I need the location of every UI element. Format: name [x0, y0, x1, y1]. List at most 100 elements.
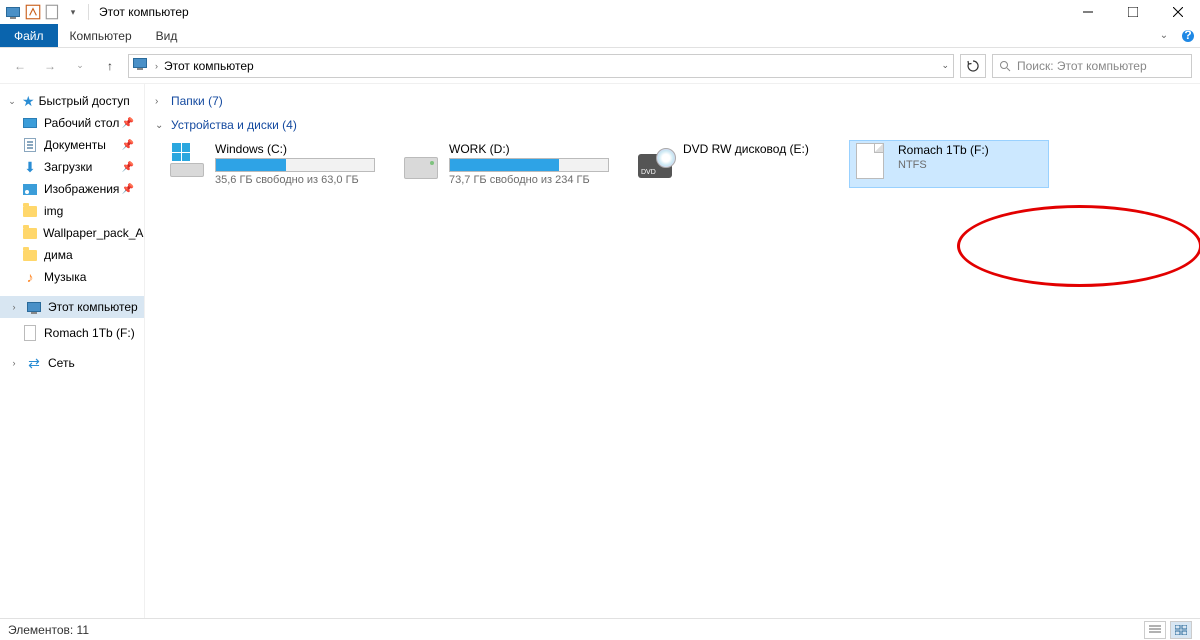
address-bar-row: ← → ⌄ ↑ › Этот компьютер ⌄ Поиск: Этот к… — [0, 48, 1200, 84]
section-label: Устройства и диски (4) — [171, 118, 297, 132]
qat-customize-icon[interactable]: ▾ — [64, 3, 82, 21]
nav-back-button[interactable]: ← — [8, 54, 32, 78]
view-switcher — [1144, 621, 1192, 639]
status-item-count: Элементов: 11 — [8, 623, 89, 637]
os-drive-icon — [169, 142, 205, 178]
blank-file-icon — [22, 325, 38, 341]
music-icon: ♪ — [22, 269, 38, 285]
nav-item-label: img — [44, 204, 63, 218]
star-icon: ★ — [22, 93, 35, 110]
view-tiles-button[interactable] — [1170, 621, 1192, 639]
capacity-bar — [449, 158, 609, 172]
drive-name: Windows (C:) — [215, 142, 375, 156]
nav-item-label: Romach 1Tb (F:) — [44, 326, 135, 340]
drive-work-d[interactable]: WORK (D:) 73,7 ГБ свободно из 234 ГБ — [401, 140, 611, 188]
pin-icon: 📌 — [122, 118, 134, 129]
hdd-icon — [403, 142, 439, 178]
drive-windows-c[interactable]: Windows (C:) 35,6 ГБ свободно из 63,0 ГБ — [167, 140, 377, 188]
window-title: Этот компьютер — [93, 5, 189, 19]
chevron-down-icon: ⌄ — [155, 120, 165, 131]
drive-filesystem: NTFS — [898, 159, 1046, 171]
nav-item-romach[interactable]: Romach 1Tb (F:) — [0, 322, 144, 344]
download-icon: ⬇ — [22, 159, 38, 175]
folder-icon — [22, 247, 38, 263]
tab-view[interactable]: Вид — [144, 24, 190, 47]
nav-up-button[interactable]: ↑ — [98, 54, 122, 78]
documents-icon — [22, 137, 38, 153]
section-devices[interactable]: ⌄ Устройства и диски (4) — [155, 116, 1190, 134]
nav-item-label: Изображения — [44, 182, 119, 196]
breadcrumb-current[interactable]: Этот компьютер — [164, 59, 254, 73]
drive-romach-f[interactable]: Romach 1Tb (F:) NTFS — [849, 140, 1049, 188]
nav-item-this-pc[interactable]: › Этот компьютер — [0, 296, 144, 318]
view-details-button[interactable] — [1144, 621, 1166, 639]
image-icon — [22, 181, 38, 197]
search-input[interactable]: Поиск: Этот компьютер — [992, 54, 1192, 78]
tab-computer[interactable]: Компьютер — [58, 24, 144, 47]
nav-recent-dropdown[interactable]: ⌄ — [68, 54, 92, 78]
titlebar: ▾ Этот компьютер — [0, 0, 1200, 24]
nav-item-wallpaper[interactable]: Wallpaper_pack_An — [0, 222, 144, 244]
annotation-circle — [957, 205, 1200, 287]
nav-item-label: дима — [44, 248, 73, 262]
qat-dropdown-icon[interactable] — [44, 3, 62, 21]
drive-dvd-e[interactable]: DVD DVD RW дисковод (E:) — [635, 140, 825, 188]
drive-name: DVD RW дисковод (E:) — [683, 142, 823, 156]
nav-item-network[interactable]: › ⇄ Сеть — [0, 352, 144, 374]
nav-item-img[interactable]: img — [0, 200, 144, 222]
pin-icon: 📌 — [122, 162, 134, 173]
nav-item-music[interactable]: ♪ Музыка — [0, 266, 144, 288]
dvd-icon: DVD — [637, 142, 673, 178]
drive-free-text: 35,6 ГБ свободно из 63,0 ГБ — [215, 174, 375, 186]
nav-item-label: Wallpaper_pack_An — [43, 226, 144, 240]
nav-item-desktop[interactable]: Рабочий стол📌 — [0, 112, 144, 134]
breadcrumb-sep-icon[interactable]: › — [155, 61, 158, 71]
chevron-right-icon: › — [8, 302, 20, 312]
chevron-right-icon: › — [8, 358, 20, 368]
section-folders[interactable]: › Папки (7) — [155, 92, 1190, 110]
nav-item-downloads[interactable]: ⬇ Загрузки 📌 — [0, 156, 144, 178]
nav-quick-access[interactable]: ⌄ ★ Быстрый доступ — [0, 90, 144, 112]
chevron-right-icon: › — [155, 96, 165, 107]
drives-grid: Windows (C:) 35,6 ГБ свободно из 63,0 ГБ… — [155, 140, 1190, 188]
file-icon — [852, 143, 888, 179]
nav-forward-button[interactable]: → — [38, 54, 62, 78]
nav-quick-access-label: Быстрый доступ — [39, 94, 130, 108]
content-area: › Папки (7) ⌄ Устройства и диски (4) Win… — [145, 84, 1200, 618]
pin-icon: 📌 — [122, 140, 134, 151]
nav-item-label: Этот компьютер — [48, 300, 138, 314]
ribbon-tabs: Файл Компьютер Вид ⌄ ? — [0, 24, 1200, 48]
search-placeholder: Поиск: Этот компьютер — [1017, 59, 1147, 73]
folder-icon — [22, 225, 37, 241]
network-icon: ⇄ — [26, 355, 42, 371]
status-bar: Элементов: 11 — [0, 618, 1200, 640]
nav-item-label: Музыка — [44, 270, 86, 284]
separator — [88, 4, 89, 20]
pc-icon — [26, 299, 42, 315]
drive-free-text: 73,7 ГБ свободно из 234 ГБ — [449, 174, 609, 186]
nav-item-dima[interactable]: дима — [0, 244, 144, 266]
quick-access-toolbar: ▾ — [0, 3, 93, 21]
refresh-button[interactable] — [960, 54, 986, 78]
nav-item-label: Сеть — [48, 356, 75, 370]
help-button[interactable]: ? — [1176, 24, 1200, 47]
nav-item-documents[interactable]: Документы 📌 — [0, 134, 144, 156]
capacity-bar — [215, 158, 375, 172]
maximize-button[interactable] — [1110, 0, 1155, 24]
section-label: Папки (7) — [171, 94, 223, 108]
address-bar[interactable]: › Этот компьютер ⌄ — [128, 54, 954, 78]
file-tab[interactable]: Файл — [0, 24, 58, 47]
address-dropdown-icon[interactable]: ⌄ — [941, 60, 949, 71]
close-button[interactable] — [1155, 0, 1200, 24]
nav-item-images[interactable]: Изображения📌 — [0, 178, 144, 200]
folder-icon — [22, 203, 38, 219]
drive-name: Romach 1Tb (F:) — [898, 143, 1046, 157]
desktop-icon — [22, 115, 38, 131]
ribbon-expand-button[interactable]: ⌄ — [1152, 24, 1176, 47]
window-controls — [1065, 0, 1200, 24]
qat-properties-icon[interactable] — [24, 3, 42, 21]
nav-item-label: Загрузки — [44, 160, 92, 174]
minimize-button[interactable] — [1065, 0, 1110, 24]
chevron-down-icon: ⌄ — [6, 96, 18, 107]
nav-item-label: Документы — [44, 138, 106, 152]
